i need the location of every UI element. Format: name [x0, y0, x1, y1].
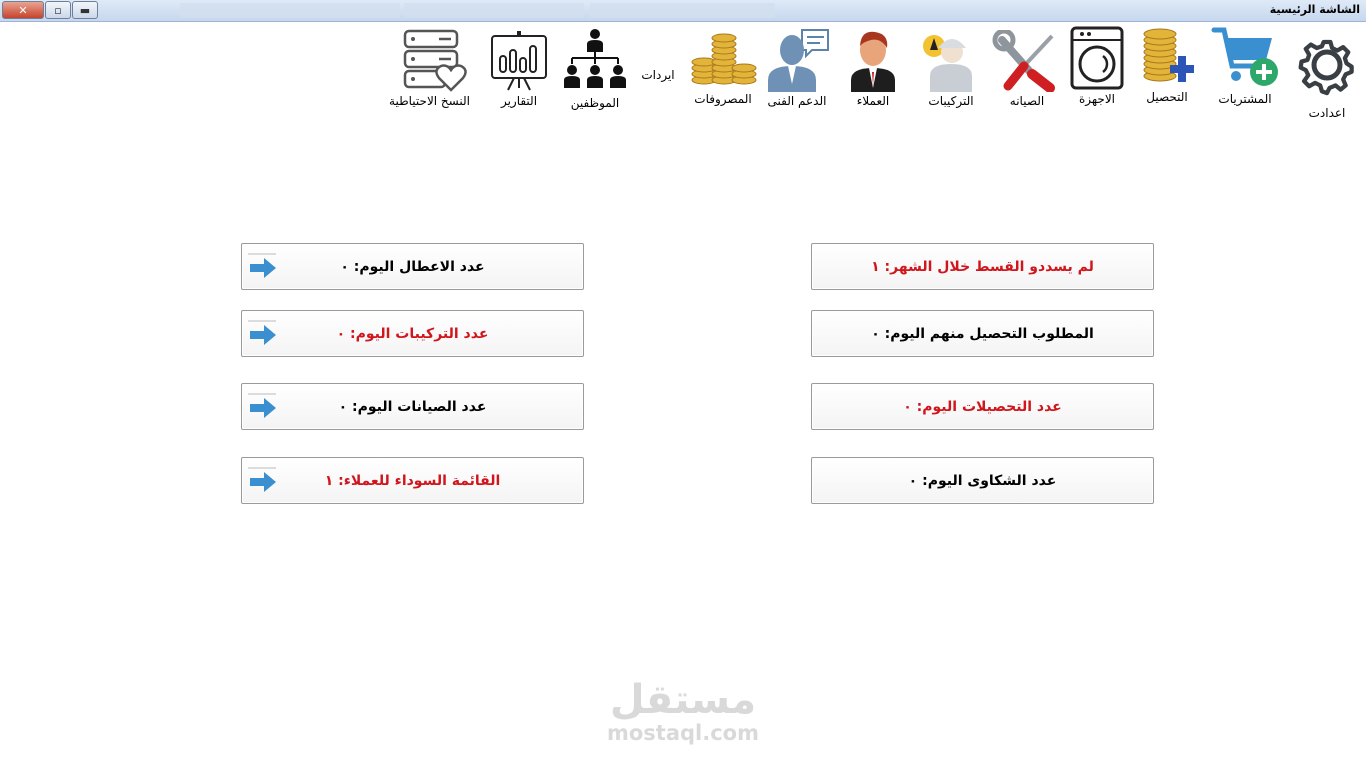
stat-maintenance-text: عدد الصيانات اليوم: ٠ [338, 398, 487, 415]
stat-blacklist-text: القائمة السوداء للعملاء: ١ [324, 472, 501, 489]
background-window-ghost [590, 3, 775, 18]
window-controls: ✕ ▫ ▬ [2, 1, 99, 19]
toolbar-maintenance-label: الصيانه [1009, 94, 1045, 108]
toolbar-clients-label: العملاء [856, 94, 890, 108]
toolbar-backups[interactable]: النسخ الاحتياطية [389, 28, 470, 108]
background-window-ghost [180, 3, 400, 18]
arrow-right-icon [248, 320, 276, 345]
toolbar-support[interactable]: الدعم الفنى [760, 28, 834, 108]
arrow-right-icon [248, 467, 276, 492]
toolbar-support-label: الدعم الفنى [767, 94, 827, 108]
stat-to-collect-text: المطلوب التحصيل منهم اليوم: ٠ [871, 325, 1094, 342]
toolbar-revenues-label: ايردات [641, 68, 675, 82]
background-window-ghost [404, 3, 584, 18]
maximize-icon: ▫ [54, 3, 62, 17]
watermark-latin: mostaql.com [607, 721, 759, 745]
toolbar-expenses[interactable]: المصروفات [686, 30, 760, 106]
cart-add-icon [1211, 27, 1278, 86]
wrench-screwdriver-icon [992, 30, 1055, 92]
watermark: مستقل mostaql.com [598, 678, 768, 744]
coin-stacks-icon [691, 33, 757, 85]
close-button[interactable]: ✕ [2, 1, 44, 19]
coins-plus-icon [1143, 28, 1194, 82]
toolbar-settings[interactable]: اعدادت [1290, 30, 1364, 120]
stat-installations-button[interactable]: عدد التركيبات اليوم: ٠ [241, 310, 584, 357]
server-heart-icon [403, 29, 467, 92]
toolbar-devices-label: الاجهزة [1078, 92, 1116, 106]
toolbar-collection[interactable]: التحصيل [1130, 28, 1204, 104]
toolbar-expenses-label: المصروفات [694, 92, 752, 106]
toolbar-backups-label: النسخ الاحتياطية [389, 94, 470, 108]
stat-installations-text: عدد التركيبات اليوم: ٠ [336, 325, 489, 342]
minimize-button[interactable]: ▬ [72, 1, 98, 19]
watermark-arabic: مستقل [609, 677, 757, 723]
stat-unpaid-installment-button[interactable]: لم يسددو القسط خلال الشهر: ١ [811, 243, 1154, 290]
client-person-icon [851, 31, 895, 92]
toolbar-devices[interactable]: الاجهزة [1060, 26, 1134, 106]
toolbar-reports[interactable]: التقارير [482, 30, 556, 108]
washing-machine-icon [1070, 26, 1124, 90]
stat-collections-text: عدد التحصيلات اليوم: ٠ [903, 398, 1062, 415]
toolbar-revenues[interactable]: ايردات [622, 66, 694, 82]
toolbar-maintenance[interactable]: الصيانه [990, 30, 1064, 108]
toolbar-settings-label: اعدادت [1308, 106, 1346, 120]
stat-to-collect-button[interactable]: المطلوب التحصيل منهم اليوم: ٠ [811, 310, 1154, 357]
stat-blacklist-button[interactable]: القائمة السوداء للعملاء: ١ [241, 457, 584, 504]
arrow-right-icon [248, 393, 276, 418]
toolbar-collection-label: التحصيل [1146, 90, 1188, 104]
toolbar-purchases-label: المشتريات [1218, 92, 1272, 106]
close-icon: ✕ [18, 3, 28, 17]
toolbar-employees-label: الموظفين [570, 96, 620, 110]
toolbar-installations[interactable]: التركيبات [914, 28, 988, 108]
support-chat-icon [768, 29, 829, 92]
stat-maintenance-button[interactable]: عدد الصيانات اليوم: ٠ [241, 383, 584, 430]
gear-icon [1298, 39, 1354, 96]
toolbar-purchases[interactable]: المشتريات [1208, 26, 1282, 106]
presentation-chart-icon [491, 31, 547, 91]
stat-faults-button[interactable]: عدد الاعطال اليوم: ٠ [241, 243, 584, 290]
stat-unpaid-installment-text: لم يسددو القسط خلال الشهر: ١ [871, 258, 1094, 275]
arrow-right-icon [248, 253, 276, 278]
stat-collections-button[interactable]: عدد التحصيلات اليوم: ٠ [811, 383, 1154, 430]
window-title: الشاشة الرئيسية [1269, 3, 1360, 16]
toolbar-clients[interactable]: العملاء [836, 28, 910, 108]
engineer-icon [923, 35, 972, 92]
toolbar-reports-label: التقارير [500, 94, 538, 108]
org-chart-icon [564, 29, 626, 88]
title-bar: ✕ ▫ ▬ الشاشة الرئيسية [0, 0, 1366, 22]
maximize-button[interactable]: ▫ [45, 1, 71, 19]
stat-complaints-button[interactable]: عدد الشكاوى اليوم: ٠ [811, 457, 1154, 504]
stat-complaints-text: عدد الشكاوى اليوم: ٠ [908, 472, 1057, 489]
minimize-icon: ▬ [79, 3, 91, 17]
toolbar-employees[interactable]: الموظفين [558, 28, 632, 110]
toolbar-installations-label: التركيبات [928, 94, 974, 108]
stat-faults-text: عدد الاعطال اليوم: ٠ [340, 258, 485, 275]
